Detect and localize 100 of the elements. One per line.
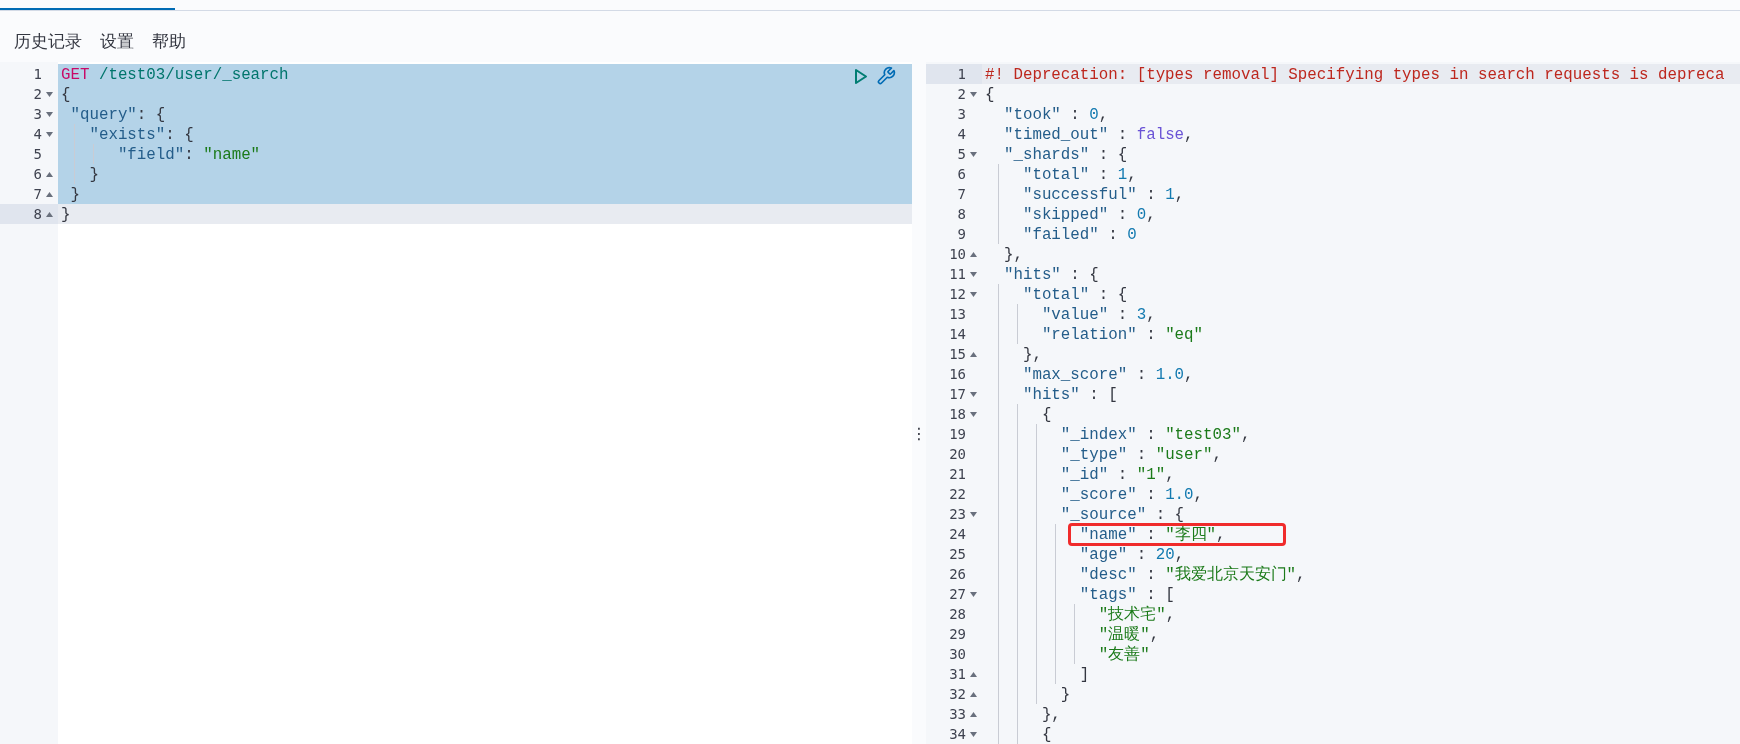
- line-number: 25: [949, 546, 966, 562]
- fold-toggle-icon[interactable]: [969, 391, 977, 397]
- line-number: 10: [949, 246, 966, 262]
- code-line: "took" : 0,: [1002, 106, 1109, 124]
- code-line: "relation" : "eq": [1040, 326, 1204, 344]
- code-line: "tags" : [: [1078, 586, 1175, 604]
- fold-toggle-icon[interactable]: [969, 291, 977, 297]
- splitter-handle[interactable]: ⋮: [911, 423, 927, 443]
- code-line: }: [69, 186, 80, 204]
- code-line: "successful" : 1,: [1021, 186, 1185, 204]
- code-line: "_index" : "test03",: [1059, 426, 1251, 444]
- code-line: "_type" : "user",: [1059, 446, 1223, 464]
- code-line: "skipped" : 0,: [1021, 206, 1156, 224]
- line-number: 13: [949, 306, 966, 322]
- code-line: {: [985, 86, 995, 104]
- line-number: 7: [957, 186, 966, 202]
- code-line: GET /test03/user/_search: [61, 66, 289, 84]
- line-number: 24: [949, 526, 966, 542]
- line-number: 2: [33, 86, 42, 102]
- code-line: }: [1059, 686, 1071, 704]
- code-line: "desc" : "我爱北京天安门",: [1078, 566, 1306, 584]
- code-line: "failed" : 0: [1021, 226, 1137, 244]
- code-line: "_source" : {: [1059, 506, 1185, 524]
- line-number: 1: [33, 66, 42, 82]
- line-number: 16: [949, 366, 966, 382]
- line-number: 5: [33, 146, 42, 162]
- code-line: "_id" : "1",: [1059, 466, 1175, 484]
- code-line: "timed_out" : false,: [1002, 126, 1194, 144]
- fold-toggle-icon[interactable]: [969, 511, 977, 517]
- line-number: 27: [949, 586, 966, 602]
- fold-toggle-icon[interactable]: [969, 271, 977, 277]
- code-line: "exists": {: [88, 126, 194, 144]
- fold-toggle-icon[interactable]: [45, 131, 53, 137]
- code-line: }: [61, 206, 71, 224]
- fold-toggle-icon[interactable]: [969, 91, 977, 97]
- fold-toggle-icon[interactable]: [45, 171, 53, 177]
- fold-toggle-icon[interactable]: [45, 91, 53, 97]
- play-icon[interactable]: [854, 67, 868, 85]
- fold-toggle-icon[interactable]: [969, 671, 977, 677]
- fold-toggle-icon[interactable]: [969, 351, 977, 357]
- code-line: "total" : {: [1021, 286, 1128, 304]
- line-number: 29: [949, 626, 966, 642]
- line-number: 11: [949, 266, 966, 282]
- line-number: 28: [949, 606, 966, 622]
- line-number: 4: [33, 126, 42, 142]
- fold-toggle-icon[interactable]: [969, 151, 977, 157]
- code-line: "温暖",: [1097, 626, 1160, 644]
- fold-toggle-icon[interactable]: [45, 211, 53, 217]
- code-line: {: [1040, 726, 1052, 744]
- line-number: 12: [949, 286, 966, 302]
- code-line: {: [1040, 406, 1052, 424]
- fold-toggle-icon[interactable]: [969, 691, 977, 697]
- code-line: ]: [1078, 666, 1090, 684]
- code-line: "_score" : 1.0,: [1059, 486, 1204, 504]
- menu-item[interactable]: 设置: [100, 30, 134, 53]
- line-number: 19: [949, 426, 966, 442]
- fold-toggle-icon[interactable]: [45, 111, 53, 117]
- code-line: "value" : 3,: [1040, 306, 1156, 324]
- line-number: 6: [957, 166, 966, 182]
- menu-item[interactable]: 历史记录: [14, 30, 82, 53]
- line-number: 26: [949, 566, 966, 582]
- code-line: "query": {: [69, 106, 166, 124]
- line-number: 4: [957, 126, 966, 142]
- line-number: 23: [949, 506, 966, 522]
- fold-toggle-icon[interactable]: [969, 411, 977, 417]
- fold-toggle-icon[interactable]: [969, 731, 977, 737]
- menu-item[interactable]: 帮助: [152, 30, 186, 53]
- line-number: 34: [949, 726, 966, 742]
- line-number: 14: [949, 326, 966, 342]
- line-number: 9: [957, 226, 966, 242]
- code-line: },: [1002, 246, 1023, 264]
- line-number: 15: [949, 346, 966, 362]
- code-line: }: [88, 166, 99, 184]
- line-number: 5: [957, 146, 966, 162]
- fold-toggle-icon[interactable]: [969, 251, 977, 257]
- code-line: "max_score" : 1.0,: [1021, 366, 1194, 384]
- line-number: 7: [33, 186, 42, 202]
- fold-toggle-icon[interactable]: [969, 591, 977, 597]
- line-number: 3: [957, 106, 966, 122]
- code-line: "name" : "李四",: [1078, 526, 1226, 544]
- line-number: 33: [949, 706, 966, 722]
- fold-toggle-icon[interactable]: [969, 711, 977, 717]
- fold-toggle-icon[interactable]: [45, 191, 53, 197]
- line-number: 3: [33, 106, 42, 122]
- code-line: },: [1021, 346, 1042, 364]
- code-line: "age" : 20,: [1078, 546, 1185, 564]
- line-number: 31: [949, 666, 966, 682]
- code-line: "hits" : [: [1021, 386, 1118, 404]
- line-number: 20: [949, 446, 966, 462]
- code-line: "total" : 1,: [1021, 166, 1137, 184]
- line-number: 1: [957, 66, 966, 82]
- code-line: "_shards" : {: [1002, 146, 1128, 164]
- line-number: 18: [949, 406, 966, 422]
- code-line: "技术宅",: [1097, 606, 1176, 624]
- code-line: "hits" : {: [1002, 266, 1099, 284]
- line-number: 6: [33, 166, 42, 182]
- line-number: 17: [949, 386, 966, 402]
- line-number: 30: [949, 646, 966, 662]
- line-number: 8: [33, 206, 42, 222]
- wrench-icon[interactable]: [876, 66, 896, 86]
